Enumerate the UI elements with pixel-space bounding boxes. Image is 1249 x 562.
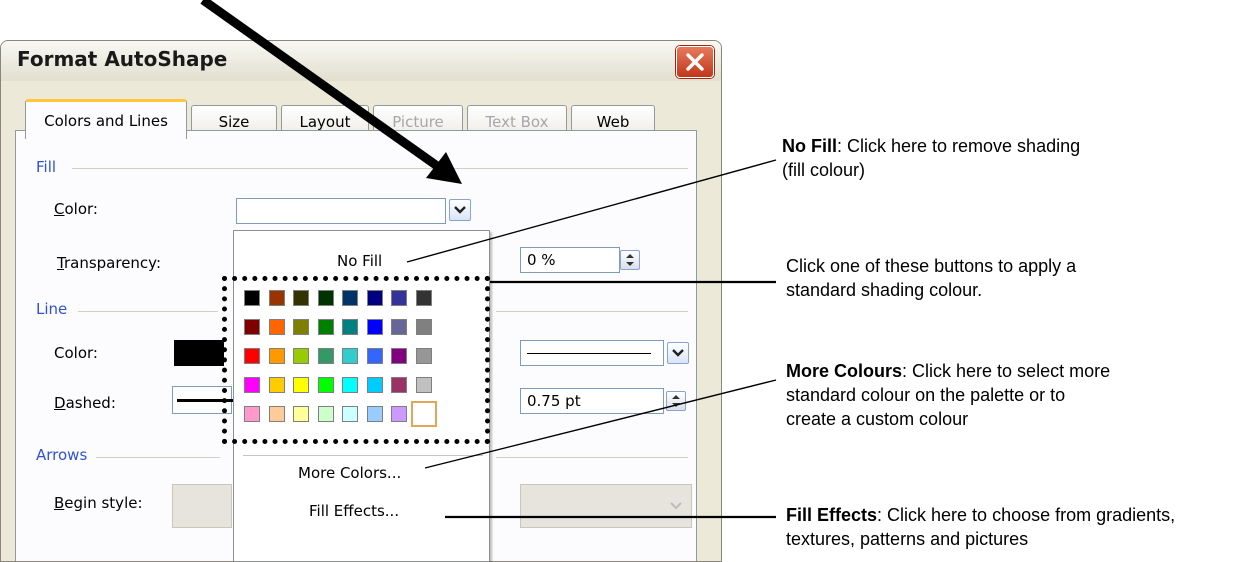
annotation-palette: Click one of these buttons to apply a st… bbox=[786, 256, 1077, 300]
close-icon bbox=[686, 53, 704, 71]
color-swatch[interactable] bbox=[342, 406, 358, 422]
color-swatch[interactable] bbox=[293, 406, 309, 422]
line-style-select[interactable] bbox=[520, 340, 664, 366]
chevron-down-icon bbox=[454, 206, 466, 214]
line-section-heading: Line bbox=[36, 300, 68, 318]
chevron-down-icon bbox=[672, 349, 684, 357]
color-swatch[interactable] bbox=[317, 319, 334, 335]
begin-style-label: Begin style: bbox=[54, 494, 143, 512]
dropdown-divider bbox=[243, 455, 483, 456]
fill-color-label: Color: bbox=[54, 200, 98, 218]
chevron-down-icon bbox=[670, 502, 682, 510]
annotation-no-fill: No Fill: Click here to remove shading (f… bbox=[782, 134, 1082, 182]
fill-divider bbox=[72, 168, 688, 169]
line-divider-right bbox=[496, 311, 688, 312]
color-swatch[interactable] bbox=[293, 319, 309, 335]
transparency-spinner[interactable] bbox=[620, 250, 640, 270]
dialog-title: Format AutoShape bbox=[17, 47, 228, 71]
arrows-divider-right bbox=[496, 457, 688, 458]
line-style-dropdown-button[interactable] bbox=[667, 342, 689, 364]
more-colors-option[interactable]: More Colors... bbox=[298, 464, 401, 482]
color-swatch[interactable] bbox=[391, 319, 407, 335]
color-swatch[interactable] bbox=[410, 401, 437, 427]
transparency-label: Transparency: bbox=[57, 254, 162, 272]
color-swatch[interactable] bbox=[415, 319, 432, 335]
line-weight-input[interactable]: 0.75 pt bbox=[520, 388, 664, 414]
annotation-more-colours: More Colours: Click here to select more … bbox=[786, 359, 1116, 431]
color-swatch[interactable] bbox=[342, 348, 358, 364]
color-swatch[interactable] bbox=[317, 406, 334, 422]
arrows-divider-left bbox=[96, 457, 220, 458]
arrows-section-heading: Arrows bbox=[36, 446, 88, 464]
color-swatch[interactable] bbox=[391, 290, 407, 306]
begin-style-label-text: egin style: bbox=[64, 494, 143, 512]
color-swatch[interactable] bbox=[268, 406, 285, 422]
annotation-more-colours-title: More Colours bbox=[786, 361, 903, 381]
color-swatch[interactable] bbox=[366, 406, 383, 422]
color-swatch[interactable] bbox=[244, 319, 260, 335]
spinner-arrows-icon bbox=[626, 254, 634, 266]
color-swatch[interactable] bbox=[391, 348, 407, 364]
fill-effects-option[interactable]: Fill Effects... bbox=[309, 502, 399, 520]
close-button[interactable] bbox=[676, 46, 714, 78]
color-swatch[interactable] bbox=[244, 406, 260, 422]
color-swatch[interactable] bbox=[366, 348, 383, 364]
annotation-no-fill-title: No Fill bbox=[782, 136, 837, 156]
annotation-fill-effects-title: Fill Effects bbox=[786, 505, 878, 525]
color-swatch[interactable] bbox=[244, 290, 260, 306]
color-swatch[interactable] bbox=[342, 290, 358, 306]
line-color-label: Color: bbox=[54, 344, 98, 362]
color-swatch[interactable] bbox=[268, 377, 285, 393]
color-swatch[interactable] bbox=[342, 319, 358, 335]
dashed-label: Dashed: bbox=[54, 394, 116, 412]
transparency-input[interactable]: 0 % bbox=[520, 247, 620, 273]
annotation-fill-effects: Fill Effects: Click here to choose from … bbox=[786, 503, 1246, 551]
fill-section-heading: Fill bbox=[36, 158, 57, 176]
tab-colors-and-lines[interactable]: Colors and Lines bbox=[25, 99, 187, 139]
color-swatch[interactable] bbox=[268, 319, 285, 335]
line-color-swatch[interactable] bbox=[174, 340, 224, 366]
color-swatch[interactable] bbox=[366, 319, 383, 335]
fill-color-label-text: olor: bbox=[64, 200, 98, 218]
color-swatch[interactable] bbox=[415, 290, 432, 306]
color-swatch[interactable] bbox=[391, 406, 407, 422]
color-swatch[interactable] bbox=[366, 377, 383, 393]
color-swatch[interactable] bbox=[244, 348, 260, 364]
color-swatch[interactable] bbox=[342, 377, 358, 393]
dashed-label-text: ashed: bbox=[65, 394, 116, 412]
color-swatch[interactable] bbox=[415, 377, 432, 393]
color-swatch[interactable] bbox=[293, 377, 309, 393]
line-divider-left bbox=[78, 311, 218, 312]
color-swatch[interactable] bbox=[268, 290, 285, 306]
color-swatch[interactable] bbox=[415, 348, 432, 364]
end-style-select bbox=[520, 484, 692, 528]
color-swatch[interactable] bbox=[293, 290, 309, 306]
transparency-label-text: ransparency: bbox=[63, 254, 162, 272]
color-swatch[interactable] bbox=[317, 377, 334, 393]
begin-style-select bbox=[172, 484, 232, 528]
fill-color-dropdown-button[interactable] bbox=[449, 199, 471, 221]
title-bar: Format AutoShape bbox=[1, 41, 721, 81]
color-swatch[interactable] bbox=[293, 348, 309, 364]
color-swatch[interactable] bbox=[244, 377, 260, 393]
spinner-arrows-icon bbox=[672, 395, 680, 407]
color-swatch[interactable] bbox=[391, 377, 407, 393]
no-fill-option[interactable]: No Fill bbox=[337, 252, 382, 270]
fill-color-picker[interactable] bbox=[236, 198, 446, 224]
color-swatch[interactable] bbox=[268, 348, 285, 364]
color-swatch[interactable] bbox=[317, 348, 334, 364]
color-swatch[interactable] bbox=[366, 290, 383, 306]
color-swatch[interactable] bbox=[317, 290, 334, 306]
line-weight-spinner[interactable] bbox=[666, 391, 686, 411]
